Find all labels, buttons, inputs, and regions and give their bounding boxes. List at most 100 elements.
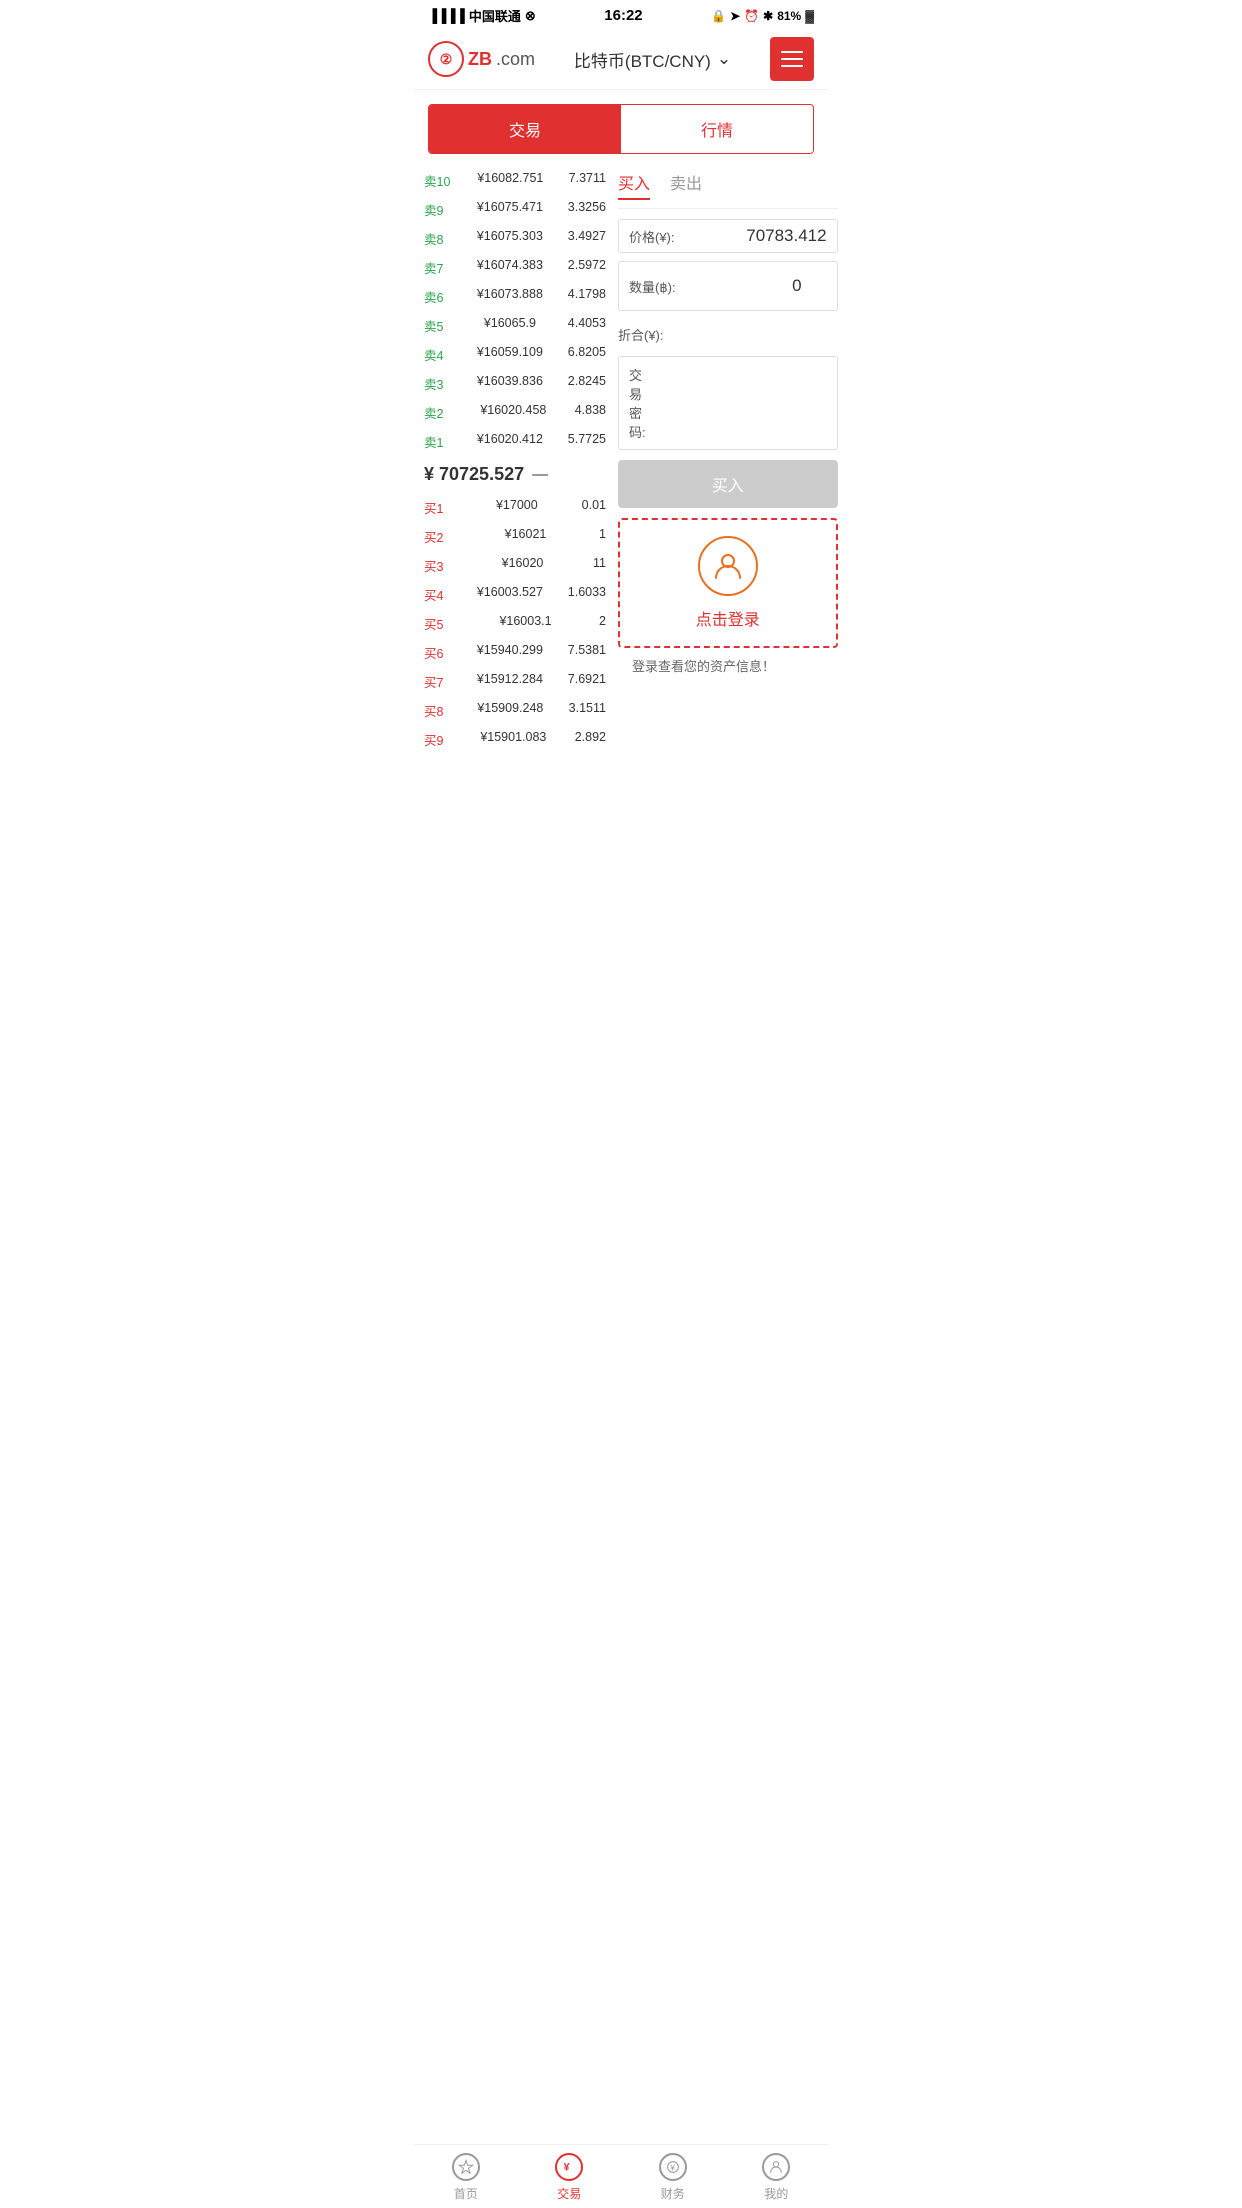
buy-price-1: ¥17000: [496, 498, 538, 517]
buy-qty-8: 3.1511: [569, 701, 606, 720]
user-icon: [712, 550, 744, 582]
yen-icon: ¥: [561, 2159, 577, 2175]
sell-qty-4: 6.8205: [568, 345, 606, 364]
wifi-icon: ⊗: [525, 8, 536, 24]
buy-price-9: ¥15901.083: [480, 730, 546, 749]
sell-price-5: ¥16065.9: [484, 316, 536, 335]
buy-price-8: ¥15909.248: [477, 701, 543, 720]
nav-trade-label: 交易: [557, 2185, 581, 2202]
sell-order-1: 卖1 ¥16020.412 5.7725: [424, 427, 606, 456]
nav-profile-label: 我的: [764, 2185, 788, 2202]
login-text[interactable]: 点击登录: [696, 606, 760, 630]
profile-icon: [768, 2159, 784, 2175]
sell-label-9: 卖9: [424, 200, 452, 219]
total-row: 折合(¥):: [618, 319, 838, 350]
buy-order-6: 买6 ¥15940.299 7.5381: [424, 638, 606, 667]
buy-qty-9: 2.892: [575, 730, 606, 749]
tab-market[interactable]: 行情: [621, 105, 813, 153]
password-row[interactable]: 交易密码:: [618, 356, 838, 450]
menu-line-3: [781, 65, 803, 67]
buy-qty-7: 7.6921: [568, 672, 606, 691]
sell-qty-8: 3.4927: [568, 229, 606, 248]
sell-price-8: ¥16075.303: [477, 229, 543, 248]
nav-home-label: 首页: [454, 2185, 478, 2202]
main-tab-bar: 交易 行情: [428, 104, 814, 154]
buy-button[interactable]: 买入: [618, 460, 838, 508]
battery-text: 81%: [777, 9, 801, 23]
buy-label-5: 买5: [424, 614, 452, 633]
profile-icon-circle: [762, 2153, 790, 2181]
buy-qty-3: 11: [593, 556, 606, 575]
price-direction-icon: —: [532, 466, 548, 484]
home-icon-circle: [452, 2153, 480, 2181]
pair-label: 比特币(BTC/CNY): [574, 47, 711, 72]
nav-finance[interactable]: ¥ 财务: [621, 2145, 725, 2208]
sell-label-2: 卖2: [424, 403, 452, 422]
price-field-row: 价格(¥): 70783.412: [618, 219, 838, 253]
buy-price-2: ¥16021: [505, 527, 547, 546]
carrier-text: 中国联通: [469, 6, 521, 25]
buy-qty-1: 0.01: [582, 498, 606, 517]
location-icon: ➤: [730, 9, 740, 23]
nav-trade[interactable]: ¥ 交易: [518, 2145, 622, 2208]
buy-label-1: 买1: [424, 498, 452, 517]
nav-home[interactable]: 首页: [414, 2145, 518, 2208]
menu-line-2: [781, 58, 803, 60]
status-left: ▐▐▐▐ 中国联通 ⊗: [428, 6, 536, 25]
qty-input[interactable]: [767, 268, 827, 304]
sell-qty-9: 3.3256: [568, 200, 606, 219]
status-right: 🔒 ➤ ⏰ ✱ 81% ▓: [711, 9, 814, 23]
buy-price-3: ¥16020: [502, 556, 544, 575]
buy-label-3: 买3: [424, 556, 452, 575]
logo-text: ZB: [468, 49, 492, 70]
buy-price-6: ¥15940.299: [477, 643, 543, 662]
dropdown-icon[interactable]: ⌄: [717, 49, 731, 69]
buy-label-4: 买4: [424, 585, 452, 604]
tab-buy[interactable]: 买入: [618, 170, 650, 200]
sell-order-5: 卖5 ¥16065.9 4.4053: [424, 311, 606, 340]
sell-price-3: ¥16039.836: [477, 374, 543, 393]
buy-label-8: 买8: [424, 701, 452, 720]
buy-price-7: ¥15912.284: [477, 672, 543, 691]
sell-qty-7: 2.5972: [568, 258, 606, 277]
sell-qty-6: 4.1798: [568, 287, 606, 306]
buy-order-3: 买3 ¥16020 11: [424, 551, 606, 580]
sell-label-4: 卖4: [424, 345, 452, 364]
sell-price-7: ¥16074.383: [477, 258, 543, 277]
sell-qty-3: 2.8245: [568, 374, 606, 393]
sell-order-3: 卖3 ¥16039.836 2.8245: [424, 369, 606, 398]
sell-qty-10: 7.3711: [569, 171, 606, 190]
total-label: 折合(¥):: [618, 325, 664, 344]
price-value: 70783.412: [746, 226, 826, 246]
sell-qty-1: 5.7725: [568, 432, 606, 451]
sell-qty-2: 4.838: [575, 403, 606, 422]
main-content: 卖10 ¥16082.751 7.3711 卖9 ¥16075.471 3.32…: [414, 166, 828, 754]
login-box[interactable]: 点击登录: [618, 518, 838, 648]
lock-icon: 🔒: [711, 9, 726, 23]
svg-text:¥: ¥: [564, 2161, 570, 2173]
nav-profile[interactable]: 我的: [725, 2145, 829, 2208]
buy-order-7: 买7 ¥15912.284 7.6921: [424, 667, 606, 696]
sell-price-9: ¥16075.471: [477, 200, 543, 219]
bluetooth-icon: ✱: [763, 9, 773, 23]
password-input[interactable]: [646, 395, 827, 411]
tab-sell[interactable]: 卖出: [670, 170, 702, 200]
asset-info: 登录查看您的资产信息！: [618, 648, 838, 683]
password-label: 交易密码:: [629, 365, 646, 441]
sell-price-2: ¥16020.458: [480, 403, 546, 422]
sell-label-7: 卖7: [424, 258, 452, 277]
buy-orders: 买1 ¥17000 0.01 买2 ¥16021 1 买3 ¥16020 11 …: [424, 493, 606, 754]
menu-button[interactable]: [770, 37, 814, 81]
trade-icon-circle: ¥: [555, 2153, 583, 2181]
buy-order-8: 买8 ¥15909.248 3.1511: [424, 696, 606, 725]
bag-icon: ¥: [665, 2159, 681, 2175]
sell-label-5: 卖5: [424, 316, 452, 335]
user-icon-circle: [698, 536, 758, 596]
sell-order-6: 卖6 ¥16073.888 4.1798: [424, 282, 606, 311]
logo-circle: ②: [428, 41, 464, 77]
sell-qty-5: 4.4053: [568, 316, 606, 335]
order-book: 卖10 ¥16082.751 7.3711 卖9 ¥16075.471 3.32…: [414, 166, 614, 754]
tab-trade[interactable]: 交易: [429, 105, 621, 153]
qty-label: 数量(฿):: [629, 277, 767, 296]
sell-orders: 卖10 ¥16082.751 7.3711 卖9 ¥16075.471 3.32…: [424, 166, 606, 456]
